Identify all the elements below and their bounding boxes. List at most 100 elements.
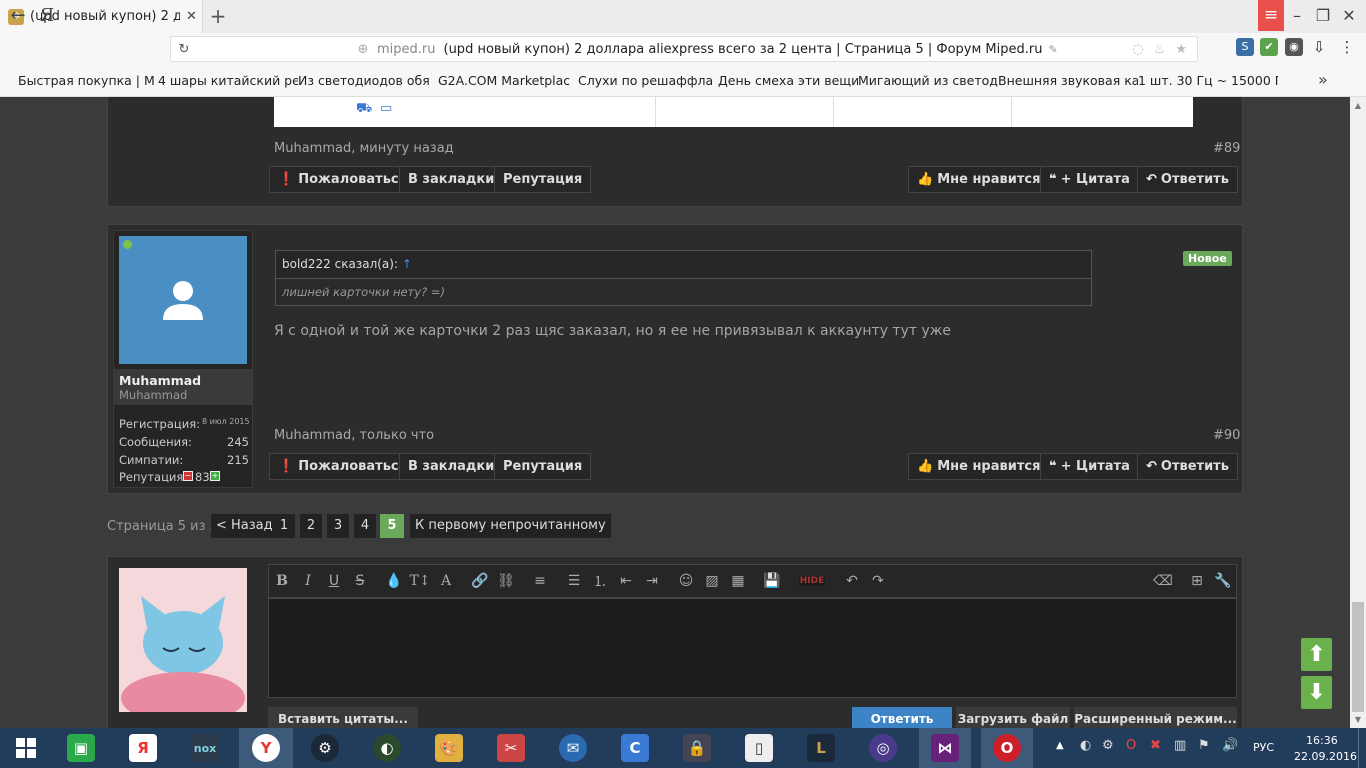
wrench-icon[interactable]: 🔧 [1210, 573, 1236, 589]
location-icon[interactable]: ◉ [1285, 38, 1303, 56]
extension-s-icon[interactable]: S [1236, 38, 1254, 56]
reload-icon[interactable]: ↻ [171, 42, 197, 57]
bookmark-item[interactable]: Мигающий из светод [858, 73, 998, 88]
reputation-button[interactable]: Репутация [494, 166, 592, 193]
taskbar-app-1[interactable]: ◐ [361, 728, 413, 768]
maximize-icon[interactable]: ❐ [1310, 0, 1336, 31]
bookmark-item[interactable]: 1 шт. 30 Гц ~ 15000 Г [1138, 73, 1278, 88]
bookmark-item[interactable]: 4 шары китайский ре [158, 73, 298, 88]
page-link-current[interactable]: 5 [380, 514, 404, 538]
yandex-logo[interactable]: Я [37, 4, 57, 28]
image-icon[interactable]: ▨ [699, 573, 725, 589]
address-bar[interactable]: ↻ ⊕ miped.ru (upd новый купон) 2 доллара… [170, 36, 1198, 62]
strikethrough-icon[interactable]: S [347, 573, 373, 589]
rep-plus-icon[interactable]: + [210, 471, 220, 481]
eraser-icon[interactable]: ⌫ [1150, 573, 1176, 589]
submit-reply-button[interactable]: Ответить [852, 707, 952, 728]
align-icon[interactable]: ≡ [527, 573, 553, 589]
page-link-3[interactable]: 3 [327, 514, 349, 538]
bookmark-item[interactable]: День смеха эти вещи [718, 73, 858, 88]
bold-icon[interactable]: B [269, 573, 295, 589]
tray-opera-icon[interactable]: O [1126, 738, 1136, 753]
taskbar-app-4[interactable]: 🔒 [671, 728, 723, 768]
taskbar-steam[interactable]: ⚙ [299, 728, 351, 768]
bookmark-item[interactable]: Быстрая покупка | M [18, 73, 158, 88]
tray-expand-icon[interactable]: ▲ [1056, 740, 1064, 751]
clock-time[interactable]: 16:36 [1306, 734, 1338, 747]
tray-app-icon[interactable]: ◐ [1080, 738, 1091, 753]
post-meta[interactable]: Muhammad, только что [274, 428, 434, 443]
browser-tab[interactable]: ✻ (upd новый купон) 2 дол ✕ [0, 0, 203, 33]
number-list-icon[interactable]: ⒈ [587, 571, 613, 591]
username[interactable]: Muhammad [119, 373, 201, 388]
expand-icon[interactable]: ⊞ [1184, 573, 1210, 589]
quote-jump-icon[interactable]: ↑ [402, 257, 412, 271]
reply-button[interactable]: ↶ Ответить [1137, 453, 1238, 480]
shield-icon[interactable]: ✔ [1260, 38, 1278, 56]
taskbar-notepad[interactable]: ▯ [733, 728, 785, 768]
taskbar-yandex-browser[interactable]: Y [239, 728, 293, 768]
message-editor-input[interactable] [268, 598, 1237, 698]
taskbar-app-3[interactable]: C [609, 728, 661, 768]
hide-icon[interactable]: HIDE [799, 576, 825, 586]
indent-icon[interactable]: ⇥ [639, 573, 665, 589]
tray-network-icon[interactable]: ▥ [1174, 738, 1186, 753]
unlink-icon[interactable]: ⛓ [493, 573, 519, 589]
browser-menu-icon[interactable]: ≡ [1258, 0, 1284, 31]
show-desktop-button[interactable] [1358, 728, 1366, 768]
smiley-icon[interactable]: ☺ [673, 573, 699, 589]
underline-icon[interactable]: U [321, 573, 347, 589]
font-icon[interactable]: A [433, 573, 459, 589]
link-icon[interactable]: 🔗 [467, 573, 493, 589]
undo-icon[interactable]: ↶ [839, 573, 865, 589]
star-icon[interactable]: ★ [1175, 42, 1187, 57]
bookmark-item[interactable]: Из светодиодов обя [298, 73, 438, 88]
clock-date[interactable]: 22.09.2016 [1294, 750, 1357, 763]
taskbar-paint[interactable]: 🎨 [423, 728, 475, 768]
scroll-down-button[interactable]: ⬇ [1301, 676, 1332, 709]
minimize-icon[interactable]: – [1284, 0, 1310, 31]
language-indicator[interactable]: РУС [1253, 741, 1274, 754]
taskbar-opera[interactable]: O [981, 728, 1033, 768]
bulb-icon[interactable]: ♨ [1154, 42, 1166, 57]
like-button[interactable]: 👍 Мне нравится [908, 453, 1050, 480]
font-size-icon[interactable]: T↕ [407, 573, 433, 589]
bookmarks-more-button[interactable]: » [1318, 70, 1328, 89]
tray-flag-icon[interactable]: ⚑ [1198, 738, 1210, 753]
page-link-2[interactable]: 2 [300, 514, 322, 538]
bookmark-item[interactable]: G2A.COM Marketplac [438, 73, 578, 88]
report-button[interactable]: ❗ Пожаловаться [269, 166, 416, 193]
bullet-list-icon[interactable]: ☰ [561, 573, 587, 589]
tray-steam-icon[interactable]: ⚙ [1102, 738, 1114, 753]
taskbar-thunderbird[interactable]: ✉ [547, 728, 599, 768]
tab-close-icon[interactable]: ✕ [186, 9, 197, 24]
bookmark-item[interactable]: Слухи по решаффла [578, 73, 718, 88]
color-icon[interactable]: 💧 [381, 573, 407, 589]
post-number[interactable]: #89 [1213, 141, 1240, 156]
prev-page-button[interactable]: < Назад [211, 514, 278, 538]
quote-author[interactable]: bold222 сказал(а): [282, 257, 398, 271]
insert-quotes-button[interactable]: Вставить цитаты... [268, 707, 418, 728]
quote-button[interactable]: ❝ + Цитата [1040, 166, 1139, 193]
post-meta[interactable]: Muhammad, минуту назад [274, 141, 454, 156]
media-icon[interactable]: ▦ [725, 573, 751, 589]
taskbar-yandex[interactable]: Я [117, 728, 169, 768]
new-tab-button[interactable]: + [206, 4, 230, 28]
redo-icon[interactable]: ↷ [865, 573, 891, 589]
upload-file-button[interactable]: Загрузить файл [956, 707, 1070, 728]
messages-value[interactable]: 245 [227, 435, 249, 449]
bookmark-item[interactable]: Внешняя звуковая ка [998, 73, 1138, 88]
post-number[interactable]: #90 [1213, 428, 1240, 443]
italic-icon[interactable]: I [295, 573, 321, 589]
save-icon[interactable]: 💾 [759, 573, 785, 589]
quote-button[interactable]: ❝ + Цитата [1040, 453, 1139, 480]
start-button[interactable] [0, 728, 52, 768]
taskbar-nox[interactable]: nox [179, 728, 231, 768]
back-button[interactable]: ← [6, 4, 30, 28]
close-window-icon[interactable]: ✕ [1336, 0, 1362, 31]
current-user-avatar[interactable] [119, 568, 247, 712]
first-unread-button[interactable]: К первому непрочитанному [410, 514, 611, 538]
scrollbar-thumb[interactable] [1352, 602, 1364, 712]
taskbar-visual-studio[interactable]: ⋈ [919, 728, 971, 768]
more-icon[interactable]: ⋮ [1338, 38, 1356, 56]
